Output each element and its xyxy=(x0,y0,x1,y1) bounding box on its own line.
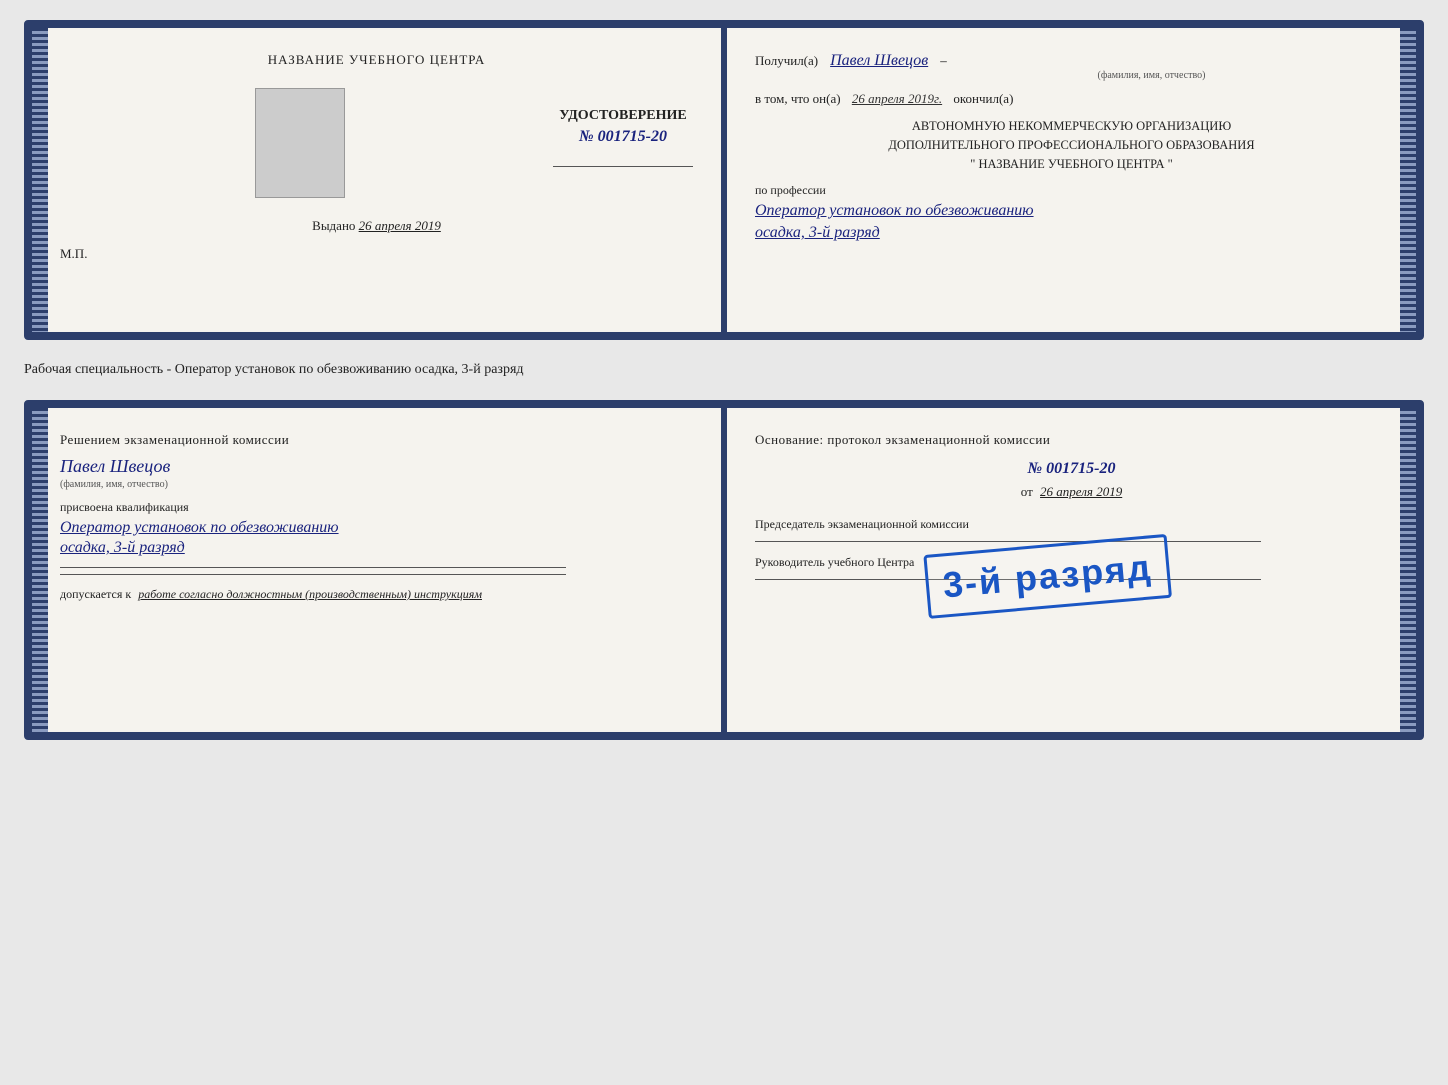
received-prefix: Получил(а) xyxy=(755,53,818,68)
decision-name: Павел Швецов xyxy=(60,456,693,477)
sig-line-2 xyxy=(60,574,566,575)
date-value-1: 26 апреля 2019г. xyxy=(852,91,942,106)
mp-label: М.П. xyxy=(60,246,693,262)
between-label: Рабочая специальность - Оператор установ… xyxy=(24,358,1424,382)
from-date-value: 26 апреля 2019 xyxy=(1040,484,1122,499)
binding-right-1 xyxy=(1400,28,1416,332)
cert-number: № 001715-20 xyxy=(553,128,693,146)
allowed-text: допускается к работе согласно должностны… xyxy=(60,585,693,604)
doc2-right-page: – – – И а ← – – – – Основание: протокол … xyxy=(727,408,1416,732)
received-line: Получил(а) Павел Швецов – (фамилия, имя,… xyxy=(755,52,1388,81)
chairman-sig-line xyxy=(755,541,1261,542)
qualification-value-2: осадка, 3-й разряд xyxy=(60,539,693,557)
binding-right-2 xyxy=(1400,408,1416,732)
from-date: от 26 апреля 2019 xyxy=(755,484,1388,500)
fio-label-2: (фамилия, имя, отчество) xyxy=(60,479,693,490)
qualification-value-1: Оператор установок по обезвоживанию xyxy=(60,519,693,537)
recipient-name: Павел Швецов xyxy=(830,52,928,69)
dash-1: – xyxy=(940,53,947,68)
doc1-left-page: НАЗВАНИЕ УЧЕБНОГО ЦЕНТРА УДОСТОВЕРЕНИЕ №… xyxy=(32,28,721,332)
date-line-1: в том, что он(а) 26 апреля 2019г. окончи… xyxy=(755,91,1388,107)
org-line2: ДОПОЛНИТЕЛЬНОГО ПРОФЕССИОНАЛЬНОГО ОБРАЗО… xyxy=(755,136,1388,155)
fio-label-1: (фамилия, имя, отчество) xyxy=(915,70,1388,81)
document-1: НАЗВАНИЕ УЧЕБНОГО ЦЕНТРА УДОСТОВЕРЕНИЕ №… xyxy=(24,20,1424,340)
org-line3: " НАЗВАНИЕ УЧЕБНОГО ЦЕНТРА " xyxy=(755,155,1388,174)
decision-title: Решением экзаменационной комиссии xyxy=(60,432,693,448)
specialization-value: осадка, 3-й разряд xyxy=(755,224,1388,242)
profession-label: по профессии xyxy=(755,183,1388,198)
qualification-label: присвоена квалификация xyxy=(60,500,693,515)
page-container: НАЗВАНИЕ УЧЕБНОГО ЦЕНТРА УДОСТОВЕРЕНИЕ №… xyxy=(24,20,1424,740)
cert-issued-date: Выдано 26 апреля 2019 xyxy=(60,218,693,234)
stamp-text: 3-й разряд xyxy=(941,546,1154,606)
basis-title: Основание: протокол экзаменационной коми… xyxy=(755,432,1388,448)
allowed-value: работе согласно должностным (производств… xyxy=(138,587,482,601)
doc1-center-title: НАЗВАНИЕ УЧЕБНОГО ЦЕНТРА xyxy=(60,52,693,68)
stamp: 3-й разряд xyxy=(923,534,1172,619)
sig-line-1 xyxy=(60,567,566,568)
document-2: Решением экзаменационной комиссии Павел … xyxy=(24,400,1424,740)
photo-placeholder xyxy=(255,88,345,198)
doc1-right-page: – – И а ← – – – – Получил(а) Павел Швецо… xyxy=(727,28,1416,332)
cert-title: УДОСТОВЕРЕНИЕ xyxy=(553,108,693,124)
org-block: АВТОНОМНУЮ НЕКОММЕРЧЕСКУЮ ОРГАНИЗАЦИЮ ДО… xyxy=(755,117,1388,173)
chairman-label: Председатель экзаменационной комиссии xyxy=(755,516,1388,533)
protocol-number: № 001715-20 xyxy=(755,460,1388,478)
profession-value: Оператор установок по обезвоживанию xyxy=(755,202,1388,220)
doc2-left-page: Решением экзаменационной комиссии Павел … xyxy=(32,408,721,732)
org-line1: АВТОНОМНУЮ НЕКОММЕРЧЕСКУЮ ОРГАНИЗАЦИЮ xyxy=(755,117,1388,136)
